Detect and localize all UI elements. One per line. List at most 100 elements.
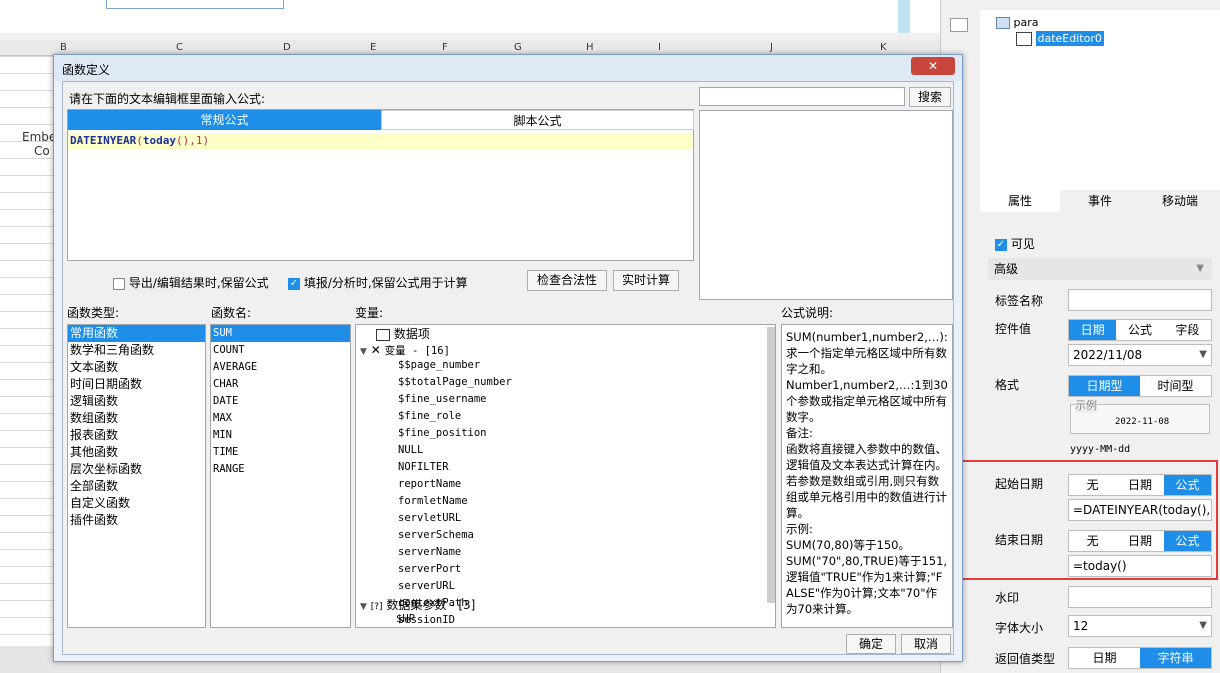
- list-item[interactable]: 自定义函数: [68, 495, 205, 512]
- list-item[interactable]: 逻辑函数: [68, 393, 205, 410]
- list-item[interactable]: DATE: [211, 393, 350, 410]
- list-item[interactable]: RANGE: [211, 461, 350, 478]
- checkbox-icon: [113, 277, 125, 290]
- tree-node-dataset-params[interactable]: ▼ [?] 数据集参数 - [3]: [360, 597, 475, 613]
- col-header-k[interactable]: K: [880, 42, 887, 53]
- label-name-input[interactable]: [1068, 289, 1212, 311]
- font-size-label: 字体大小: [995, 621, 1044, 635]
- tree-node-dataitem[interactable]: 数据项: [376, 326, 430, 342]
- function-definition-dialog: 函数定义 ✕ 请在下面的文本编辑框里面输入公式: 常规公式 脚本公式 DATEI…: [53, 54, 963, 662]
- advanced-section-header[interactable]: 高级 ▼: [988, 258, 1212, 280]
- col-header-i[interactable]: I: [658, 42, 661, 53]
- control-value-formula[interactable]: 公式: [1116, 320, 1163, 340]
- tab-events[interactable]: 事件: [1060, 190, 1140, 212]
- instruction-text: 请在下面的文本编辑框里面输入公式:: [69, 92, 266, 106]
- search-button[interactable]: 搜索: [909, 87, 951, 107]
- list-item[interactable]: NOFILTER: [396, 459, 756, 476]
- chevron-down-icon: ▼: [1196, 263, 1204, 274]
- col-header-g[interactable]: G: [514, 42, 522, 53]
- tab-script-formula[interactable]: 脚本公式: [381, 110, 694, 130]
- col-header-f[interactable]: F: [442, 42, 448, 53]
- search-results[interactable]: [699, 110, 953, 300]
- font-size-select[interactable]: 12 ▼: [1068, 615, 1212, 637]
- list-item[interactable]: 数组函数: [68, 410, 205, 427]
- col-header-e[interactable]: E: [370, 42, 376, 53]
- tab-properties[interactable]: 属性: [980, 190, 1060, 212]
- list-item[interactable]: 时间日期函数: [68, 376, 205, 393]
- list-item[interactable]: 数学和三角函数: [68, 342, 205, 359]
- list-item[interactable]: serverSchema: [396, 527, 756, 544]
- search-input[interactable]: [699, 87, 905, 106]
- list-item[interactable]: $$page_number: [396, 357, 756, 374]
- export-keep-formula-option[interactable]: 导出/编辑结果时,保留公式: [113, 274, 269, 291]
- function-type-header: 函数类型:: [67, 306, 120, 320]
- tree-node-para[interactable]: para: [996, 16, 1039, 29]
- layout-icon[interactable]: [950, 18, 968, 32]
- fill-keep-formula-option[interactable]: ✓ 填报/分析时,保留公式用于计算: [288, 274, 468, 291]
- list-item[interactable]: CHAR: [211, 376, 350, 393]
- list-item[interactable]: MIN: [211, 427, 350, 444]
- list-item[interactable]: COUNT: [211, 342, 350, 359]
- list-item[interactable]: reportName: [396, 476, 756, 493]
- return-string[interactable]: 字符串: [1140, 648, 1211, 668]
- list-item[interactable]: sessionID: [396, 612, 756, 627]
- parameter-icon: [?]: [370, 602, 383, 612]
- list-item[interactable]: 常用函数: [68, 325, 205, 342]
- col-header-h[interactable]: H: [586, 42, 594, 53]
- variable-header: 变量:: [355, 306, 384, 320]
- col-header-b[interactable]: B: [60, 42, 67, 53]
- list-item[interactable]: $fine_position: [396, 425, 756, 442]
- return-date[interactable]: 日期: [1069, 648, 1140, 668]
- list-item[interactable]: 插件函数: [68, 512, 205, 529]
- list-item[interactable]: $fine_username: [396, 391, 756, 408]
- control-value-switch: 日期 公式 字段: [1068, 319, 1212, 341]
- cancel-button[interactable]: 取消: [901, 634, 951, 654]
- scrollbar[interactable]: [767, 327, 775, 603]
- col-header-j[interactable]: J: [770, 42, 773, 53]
- list-item[interactable]: 文本函数: [68, 359, 205, 376]
- widget-tree: para dateEditor0: [980, 10, 1220, 190]
- format-switch: 日期型 时间型: [1068, 375, 1212, 397]
- list-item[interactable]: serverName: [396, 544, 756, 561]
- format-time-type[interactable]: 时间型: [1140, 376, 1211, 396]
- list-item[interactable]: 报表函数: [68, 427, 205, 444]
- control-value-field[interactable]: 字段: [1164, 320, 1211, 340]
- tab-mobile[interactable]: 移动端: [1140, 190, 1220, 212]
- list-item[interactable]: TIME: [211, 444, 350, 461]
- list-item[interactable]: serverPort: [396, 561, 756, 578]
- dialog-titlebar[interactable]: 函数定义 ✕: [54, 55, 962, 81]
- list-item[interactable]: serverURL: [396, 578, 756, 595]
- visible-checkbox[interactable]: ✓ 可见: [995, 235, 1035, 252]
- realtime-calc-button[interactable]: 实时计算: [613, 270, 679, 291]
- function-type-list: 常用函数 数学和三角函数 文本函数 时间日期函数 逻辑函数 数组函数 报表函数 …: [67, 324, 206, 628]
- tab-regular-formula[interactable]: 常规公式: [68, 110, 381, 130]
- list-item[interactable]: NULL: [396, 442, 756, 459]
- format-date-type[interactable]: 日期型: [1069, 376, 1140, 396]
- formula-description: SUM(number1,number2,…):求一个指定单元格区域中所有数字之和…: [781, 324, 953, 628]
- watermark-label: 水印: [995, 591, 1020, 605]
- formula-input[interactable]: DATEINYEAR(today(),1): [68, 133, 693, 149]
- list-item[interactable]: AVERAGE: [211, 359, 350, 376]
- list-item[interactable]: SUM: [211, 325, 350, 342]
- list-item[interactable]: 全部函数: [68, 478, 205, 495]
- check-validity-button[interactable]: 检查合法性: [527, 270, 607, 291]
- list-item[interactable]: $$totalPage_number: [396, 374, 756, 391]
- col-header-d[interactable]: D: [283, 42, 291, 53]
- form-icon: [996, 17, 1010, 29]
- list-item[interactable]: formletName: [396, 493, 756, 510]
- watermark-input[interactable]: [1068, 586, 1212, 608]
- list-item[interactable]: $HP: [396, 613, 415, 625]
- list-item[interactable]: 层次坐标函数: [68, 461, 205, 478]
- list-item[interactable]: servletURL: [396, 510, 756, 527]
- list-item[interactable]: 其他函数: [68, 444, 205, 461]
- tree-node-date-editor[interactable]: dateEditor0: [1016, 31, 1104, 46]
- tree-node-variables[interactable]: ▼ ✕ 变量 - [16]: [360, 342, 450, 358]
- list-item[interactable]: MAX: [211, 410, 350, 427]
- close-icon[interactable]: ✕: [911, 57, 955, 75]
- ok-button[interactable]: 确定: [846, 634, 896, 654]
- col-header-c[interactable]: C: [176, 42, 183, 53]
- date-value-select[interactable]: 2022/11/08 ▼: [1068, 344, 1212, 366]
- chevron-down-icon: ▼: [360, 602, 367, 612]
- list-item[interactable]: $fine_role: [396, 408, 756, 425]
- control-value-date[interactable]: 日期: [1069, 320, 1117, 340]
